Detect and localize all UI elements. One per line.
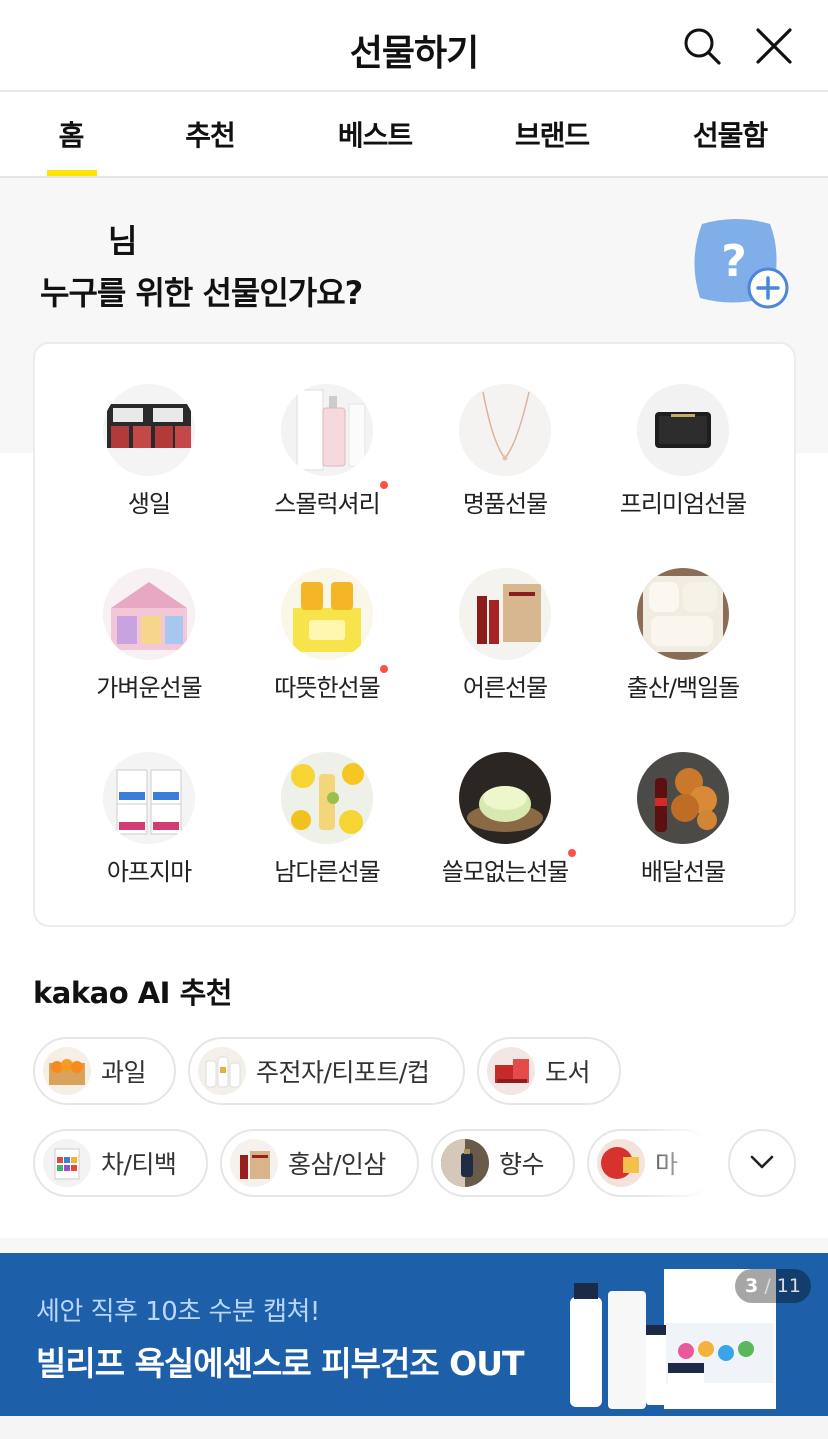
- new-badge-dot: [568, 849, 577, 857]
- category-get-well[interactable]: 아프지마: [59, 752, 239, 887]
- category-label: 프리미엄선물: [619, 490, 747, 518]
- search-icon[interactable]: [682, 26, 722, 66]
- tab-label: 추천: [185, 119, 236, 152]
- tab-brand[interactable]: 브랜드: [472, 92, 632, 176]
- category-light-gift[interactable]: 가벼운선물: [59, 568, 239, 703]
- chip-books[interactable]: 도서: [477, 1037, 621, 1105]
- category-label: 따뜻한선물: [274, 674, 380, 702]
- tab-recommend[interactable]: 추천: [142, 92, 278, 176]
- teapot-icon: [198, 1047, 246, 1095]
- fruit-icon: [43, 1047, 91, 1095]
- category-label: 가벼운선물: [96, 674, 202, 702]
- ai-recommend-label: 추천: [179, 976, 233, 1010]
- top-bar: 선물하기: [0, 0, 828, 92]
- category-baby[interactable]: 출산/백일돌: [593, 568, 773, 703]
- light-gift-thumbnail: [103, 568, 195, 660]
- svg-text:?: ?: [721, 236, 747, 287]
- tab-label: 선물함: [692, 119, 768, 152]
- category-label: 남다른선물: [274, 858, 380, 886]
- category-warm-gift[interactable]: 따뜻한선물: [237, 568, 417, 703]
- category-delivery[interactable]: 배달선물: [593, 752, 773, 887]
- expand-chips-button[interactable]: [728, 1129, 796, 1197]
- category-useless-gift[interactable]: 쓸모없는선물: [415, 752, 595, 887]
- ginseng-icon: [230, 1139, 278, 1187]
- chip-ginseng[interactable]: 홍삼/인삼: [220, 1129, 419, 1197]
- category-premium[interactable]: 프리미엄선물: [593, 384, 773, 519]
- chip-label: 차/티백: [101, 1150, 177, 1179]
- category-elder-gift[interactable]: 어른선물: [415, 568, 595, 703]
- chip-label: 도서: [545, 1058, 591, 1087]
- ai-recommend-title: kakao AI 추천: [32, 970, 233, 1012]
- delivery-thumbnail: [637, 752, 729, 844]
- tab-bar: 홈 추천 베스트 브랜드 선물함: [0, 92, 828, 178]
- chip-fruit[interactable]: 과일: [33, 1037, 176, 1105]
- category-label: 아프지마: [106, 858, 192, 886]
- bottom-strip: [0, 1416, 828, 1439]
- hero-question: 누구를 위한 선물인가요?: [40, 274, 363, 312]
- book-icon: [487, 1047, 535, 1095]
- category-card: 생일 스몰럭셔리 명품선물 프리미엄선물 가벼운선물 따뜻한선물 어른선물 출산…: [33, 342, 796, 927]
- get-well-thumbnail: [103, 752, 195, 844]
- active-tab-indicator: [47, 170, 97, 176]
- category-label: 생일: [127, 490, 171, 518]
- category-label: 출산/백일돌: [626, 674, 740, 702]
- chips-fade-overlay: [640, 1128, 720, 1198]
- banner-title: 빌리프 욕실에센스로 피부건조 OUT: [36, 1344, 525, 1383]
- close-icon[interactable]: [754, 26, 794, 66]
- tab-label: 홈: [58, 119, 85, 152]
- tab-home[interactable]: 홈: [0, 92, 142, 176]
- useless-gift-thumbnail: [459, 752, 551, 844]
- small-luxury-thumbnail: [281, 384, 373, 476]
- promo-banner[interactable]: 세안 직후 10초 수분 캡쳐! 빌리프 욕실에센스로 피부건조 OUT 3 /…: [0, 1253, 828, 1416]
- category-unique[interactable]: 남다른선물: [237, 752, 417, 887]
- tab-label: 브랜드: [514, 119, 590, 152]
- new-badge-dot: [379, 481, 388, 489]
- chip-perfume[interactable]: 향수: [431, 1129, 575, 1197]
- category-luxury[interactable]: 명품선물: [415, 384, 595, 519]
- category-label: 배달선물: [640, 858, 726, 886]
- chip-kettle[interactable]: 주전자/티포트/컵: [188, 1037, 465, 1105]
- category-small-luxury[interactable]: 스몰럭셔리: [237, 384, 417, 519]
- chip-label: 과일: [101, 1058, 147, 1087]
- premium-thumbnail: [637, 384, 729, 476]
- chip-label: 홍삼/인삼: [288, 1150, 386, 1179]
- unique-thumbnail: [281, 752, 373, 844]
- baby-thumbnail: [637, 568, 729, 660]
- kakao-ai-brand: kakao AI: [32, 976, 171, 1010]
- banner-subtitle: 세안 직후 10초 수분 캡쳐!: [36, 1297, 320, 1327]
- question-add-friend-icon[interactable]: ?: [688, 214, 790, 310]
- category-label: 쓸모없는선물: [441, 858, 569, 886]
- tab-giftbox[interactable]: 선물함: [632, 92, 828, 176]
- category-label: 어른선물: [462, 674, 548, 702]
- chevron-down-icon: [750, 1154, 774, 1173]
- birthday-thumbnail: [103, 384, 195, 476]
- tea-icon: [43, 1139, 91, 1187]
- gift-set-icon: [597, 1139, 645, 1187]
- elder-gift-thumbnail: [459, 568, 551, 660]
- category-label: 명품선물: [462, 490, 548, 518]
- chip-label: 주전자/티포트/컵: [256, 1058, 430, 1087]
- perfume-icon: [441, 1139, 489, 1187]
- warm-gift-thumbnail: [281, 568, 373, 660]
- banner-pager: 3 / 11: [735, 1269, 811, 1303]
- tab-label: 베스트: [337, 119, 413, 152]
- category-birthday[interactable]: 생일: [59, 384, 239, 519]
- luxury-thumbnail: [459, 384, 551, 476]
- new-badge-dot: [379, 665, 388, 673]
- chip-tea[interactable]: 차/티백: [33, 1129, 208, 1197]
- category-label: 스몰럭셔리: [274, 490, 380, 518]
- user-name: 님: [108, 222, 138, 260]
- tab-best[interactable]: 베스트: [278, 92, 472, 176]
- chip-label: 향수: [499, 1150, 545, 1179]
